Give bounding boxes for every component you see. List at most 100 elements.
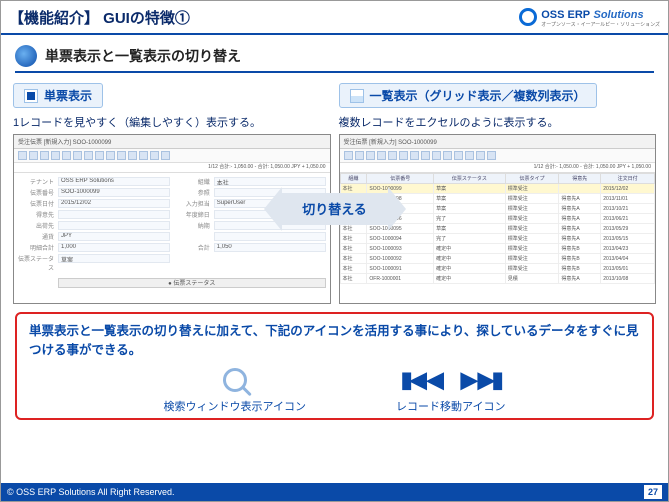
field-value [58,221,170,230]
cell: 2013/11/01 [601,194,655,204]
cell: 確定中 [434,254,506,264]
field-label: 納期 [174,221,210,230]
field-value: 1,000 [58,243,170,252]
cell: 確定中 [434,264,506,274]
switch-arrow: 切り替える [280,187,390,231]
subtitle-text: 単票表示と一覧表示の切り替え [45,46,241,66]
cell: 標準受注 [505,214,559,224]
field-value [214,232,326,241]
mock-toolbar [14,149,330,163]
cell: 確定中 [434,274,506,284]
header-bar: 【機能紹介】 GUIの特徴① OSS ERP Solutions オープンソース… [1,1,668,35]
footer-bar: © OSS ERP Solutions All Right Reserved. … [1,483,668,501]
cell: 標準受注 [505,224,559,234]
cell: 草案 [434,204,506,214]
field-value: OSS ERP Solutions [58,177,170,186]
search-icon-cell: 検索ウィンドウ表示アイコン [164,364,306,414]
swirl-icon [15,45,37,67]
grid-view-label: 一覧表示（グリッド表示／複数列表示） [370,87,586,104]
cell: 得意先A [559,194,601,204]
field-label: 明細合計 [18,243,54,252]
col-header: 得意先 [559,174,601,184]
brand-name: OSS ERP [541,9,590,21]
col-header: 伝票ステータス [434,174,506,184]
cell: 本社 [340,264,367,274]
cell: 得意先A [559,234,601,244]
field-value: 2015/12/02 [58,199,170,208]
field-value: JPY [58,232,170,241]
field-label: 得意先 [18,210,54,219]
table-row: 本社SOO-1000094完了標準受注得意先A2013/05/15 [340,234,655,244]
cell: 得意先A [559,224,601,234]
mock-titlebar: 受注伝票 [新規入力] SOO-1000099 [14,135,330,149]
switch-label: 切り替える [302,199,367,218]
mock-titlebar-2: 受注伝票 [新規入力] SOO-1000099 [340,135,656,149]
cell: SOO-1000092 [367,254,434,264]
cell: 標準受注 [505,204,559,214]
copyright: © OSS ERP Solutions All Right Reserved. [7,487,175,497]
cell: 本社 [340,254,367,264]
cell: 草案 [434,194,506,204]
cell: 2013/04/23 [601,244,655,254]
page-title: 【機能紹介】 GUIの特徴① [9,7,190,28]
cell: 草案 [434,184,506,194]
cell: 2015/12/02 [601,184,655,194]
nav-icon-cell: ▮◀ ◀ ▶ ▶▮ レコード移動アイコン [396,364,505,414]
cell: 本社 [340,244,367,254]
cell: 得意先A [559,214,601,224]
single-view-label: 単票表示 [44,87,92,104]
brand-logo: OSS ERP Solutions オープンソース・イーアールピー・ソリューショ… [519,7,660,28]
cell: 完了 [434,214,506,224]
cell: 得意先A [559,204,601,214]
cell: 本社 [340,234,367,244]
table-row: 本社SOO-1000091確定中標準受注得意先B2013/05/01 [340,264,655,274]
mock-toolbar-2 [340,149,656,163]
cell: 得意先B [559,264,601,274]
next-last-icon: ▶ ▶▮ [461,367,501,393]
nav-icon-label: レコード移動アイコン [396,398,505,414]
search-icon-label: 検索ウィンドウ表示アイコン [164,398,306,414]
field-label: テナント [18,177,54,186]
field-label: 参照 [174,188,210,197]
cell: 2013/10/21 [601,204,655,214]
grid-view-badge: 一覧表示（グリッド表示／複数列表示） [339,83,597,108]
cell: 確定中 [434,244,506,254]
single-view-badge: 単票表示 [13,83,103,108]
cell: 2013/05/15 [601,234,655,244]
cell: SOO-1000094 [367,234,434,244]
cell: SOO-1000091 [367,264,434,274]
field-label: 組織 [174,177,210,186]
cell: 2013/05/01 [601,264,655,274]
cell: 草案 [434,224,506,234]
field-value: 1,050 [214,243,326,252]
field-label: 年度締日 [174,210,210,219]
field-label: 伝票ステータス [18,254,54,272]
table-row: 本社OFR-1000001確定中見積得意先A2013/10/08 [340,274,655,284]
cell [559,184,601,194]
first-prev-icon: ▮◀ ◀ [401,367,441,393]
field-label: 合計 [174,243,210,252]
cell: 標準受注 [505,254,559,264]
cell: 得意先A [559,274,601,284]
field-label: 出荷先 [18,221,54,230]
status-button: ● 伝票ステータス [58,278,326,288]
cell: 得意先B [559,254,601,264]
cell: 得意先B [559,244,601,254]
cell: 完了 [434,234,506,244]
logo-ring-icon [519,8,537,26]
grid-view-icon [350,89,364,103]
cell: 標準受注 [505,264,559,274]
col-header: 伝票番号 [367,174,434,184]
cell: 標準受注 [505,194,559,204]
cell: 標準受注 [505,184,559,194]
field-label: 通貨 [18,232,54,241]
field-value: SOO-1000099 [58,188,170,197]
cell: 標準受注 [505,234,559,244]
col-header: 組織 [340,174,367,184]
grid-view-desc: 複数レコードをエクセルのように表示する。 [339,114,657,130]
col-header: 注文日付 [601,174,655,184]
field-label: 入力担当 [174,199,210,208]
field-label: 伝票番号 [18,188,54,197]
field-label: 伝票日付 [18,199,54,208]
section-subtitle: 単票表示と一覧表示の切り替え [15,45,654,73]
